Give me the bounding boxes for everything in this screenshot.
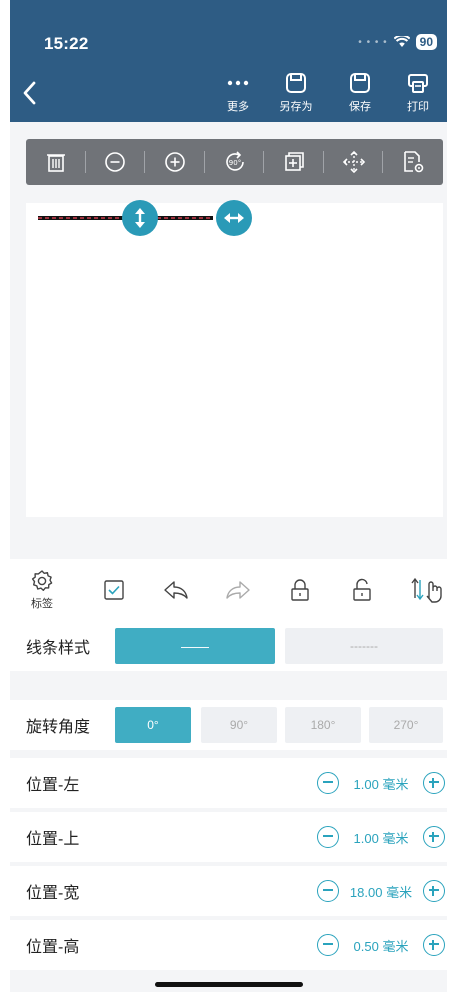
- lock-button[interactable]: [280, 559, 320, 621]
- print-button[interactable]: 打印: [394, 70, 442, 114]
- arrow-vertical-icon: [135, 208, 145, 228]
- unlock-icon: [353, 578, 371, 601]
- position-left-stepper: 1.00 毫米: [317, 758, 445, 808]
- home-indicator[interactable]: [155, 982, 303, 987]
- save-icon: [349, 70, 371, 96]
- rotate-button[interactable]: 90°: [205, 139, 265, 185]
- position-height-label: 位置-高: [26, 939, 80, 956]
- editor-toolbar: 90°: [26, 139, 443, 185]
- position-top-row: 位置-上 1.00 毫米: [10, 812, 447, 862]
- line-solid-option[interactable]: ——: [115, 628, 275, 664]
- position-top-value[interactable]: 1.00 毫米: [339, 828, 423, 847]
- redo-button[interactable]: [218, 559, 258, 621]
- gear-icon: [31, 570, 53, 591]
- rotation-option-270[interactable]: 270°: [369, 707, 443, 743]
- unlock-button[interactable]: [342, 559, 382, 621]
- rotation-option-90[interactable]: 90°: [201, 707, 277, 743]
- label-settings-label: 标签: [31, 598, 53, 610]
- position-height-value[interactable]: 0.50 毫米: [339, 936, 423, 955]
- lock-icon: [291, 579, 309, 601]
- layer-add-icon: [285, 152, 304, 171]
- status-icons: • • • • 90: [358, 34, 437, 50]
- zoom-in-icon: [165, 152, 185, 172]
- minus-button[interactable]: [317, 772, 339, 794]
- minus-button[interactable]: [317, 826, 339, 848]
- status-time: 15:22: [44, 34, 89, 53]
- position-left-value[interactable]: 1.00 毫米: [339, 774, 423, 793]
- resize-horizontal-handle[interactable]: [216, 200, 252, 236]
- more-label: 更多: [227, 101, 249, 113]
- position-left-label: 位置-左: [26, 777, 80, 794]
- arrow-horizontal-icon: [224, 213, 244, 223]
- sort-touch-icon: [410, 577, 442, 603]
- doc-settings-icon: [404, 151, 424, 173]
- label-canvas[interactable]: [26, 200, 443, 517]
- plus-button[interactable]: [423, 880, 445, 902]
- position-width-label: 位置-宽: [26, 885, 80, 902]
- chevron-left-icon: [23, 81, 36, 105]
- line-style-label: 线条样式: [26, 640, 91, 657]
- minus-button[interactable]: [317, 934, 339, 956]
- delete-button[interactable]: [26, 139, 86, 185]
- save-as-label: 另存为: [279, 101, 313, 113]
- more-button[interactable]: 更多: [214, 70, 262, 114]
- trash-icon: [46, 154, 65, 172]
- wifi-icon: [393, 36, 410, 47]
- save-button[interactable]: 保存: [336, 70, 384, 114]
- position-top-label: 位置-上: [26, 831, 80, 848]
- rotate-90-icon: 90°: [225, 151, 244, 171]
- position-height-stepper: 0.50 毫米: [317, 920, 445, 970]
- signal-icon: • • • •: [358, 36, 388, 48]
- save-as-icon: [285, 70, 307, 96]
- rotation-row: 旋转角度 0° 90° 180° 270°: [10, 700, 447, 750]
- doc-settings-button[interactable]: [383, 139, 443, 185]
- undo-button[interactable]: [156, 559, 196, 621]
- line-dashed-option[interactable]: -------: [285, 628, 443, 664]
- checkbox-icon: [104, 580, 124, 600]
- zoom-out-icon: [105, 152, 126, 172]
- position-width-row: 位置-宽 18.00 毫米: [10, 866, 447, 916]
- plus-button[interactable]: [423, 826, 445, 848]
- position-width-stepper: 18.00 毫米: [317, 866, 445, 916]
- position-width-value[interactable]: 18.00 毫米: [339, 882, 423, 901]
- position-height-row: 位置-高 0.50 毫米: [10, 920, 447, 970]
- select-all-button[interactable]: [94, 559, 134, 621]
- resize-vertical-handle[interactable]: [122, 200, 158, 236]
- minus-button[interactable]: [317, 880, 339, 902]
- print-icon: [407, 70, 429, 96]
- position-left-row: 位置-左 1.00 毫米: [10, 758, 447, 808]
- save-as-button[interactable]: 另存为: [272, 70, 320, 114]
- back-button[interactable]: [18, 80, 40, 106]
- position-top-stepper: 1.00 毫米: [317, 812, 445, 862]
- zoom-out-button[interactable]: [86, 139, 146, 185]
- action-bar: 标签: [10, 559, 447, 621]
- add-layer-button[interactable]: [264, 139, 324, 185]
- redo-icon: [226, 581, 250, 599]
- move-icon: [342, 150, 365, 174]
- print-label: 打印: [407, 101, 429, 113]
- plus-button[interactable]: [423, 934, 445, 956]
- rotation-option-0[interactable]: 0°: [115, 707, 191, 743]
- multi-select-button[interactable]: [408, 559, 447, 621]
- line-style-row: 线条样式 —— -------: [10, 621, 447, 671]
- label-settings-button[interactable]: 标签: [22, 559, 62, 621]
- header: 15:22 • • • • 90 更多 另存为 保存 打印: [10, 0, 447, 122]
- svg-text:90°: 90°: [228, 159, 240, 167]
- rotation-option-180[interactable]: 180°: [285, 707, 361, 743]
- plus-button[interactable]: [423, 772, 445, 794]
- zoom-in-button[interactable]: [145, 139, 205, 185]
- undo-icon: [164, 581, 188, 599]
- battery-icon: 90: [415, 34, 437, 50]
- rotation-label: 旋转角度: [26, 719, 91, 736]
- more-icon: [226, 70, 250, 96]
- app-frame: 15:22 • • • • 90 更多 另存为 保存 打印 90° 标签 线条样…: [10, 0, 447, 992]
- move-button[interactable]: [324, 139, 384, 185]
- save-label: 保存: [349, 101, 371, 113]
